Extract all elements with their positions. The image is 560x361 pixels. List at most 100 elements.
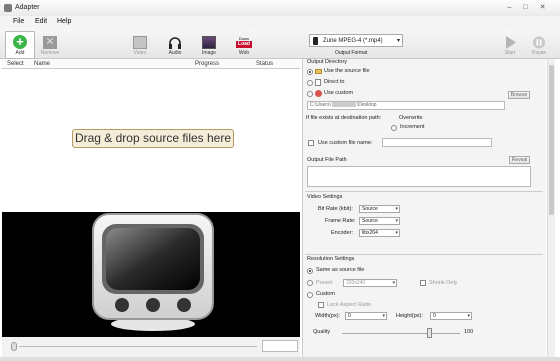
download-icon: Down Load xyxy=(236,36,252,49)
remove-button[interactable]: ✕ Remove xyxy=(36,33,64,59)
image-label: Image xyxy=(202,50,216,56)
app-icon xyxy=(4,4,12,12)
menu-help[interactable]: Help xyxy=(57,18,71,25)
preset-label: Preset: xyxy=(316,280,334,286)
width-label: Width(px): xyxy=(315,313,341,319)
remove-label: Remove xyxy=(40,50,60,56)
custom-file-name-input[interactable] xyxy=(382,138,492,147)
status-bar xyxy=(0,357,560,361)
radio-use-custom[interactable] xyxy=(307,91,313,97)
output-path-prefix: C:\Users\ xyxy=(310,102,331,108)
height-label: Height(px): xyxy=(396,313,423,319)
encoder-select[interactable]: libx264 xyxy=(359,229,400,237)
column-status[interactable]: Status xyxy=(256,61,273,67)
folder-icon xyxy=(315,69,322,74)
video-icon xyxy=(133,36,147,49)
shrink-only-label: Shrink Only xyxy=(429,280,458,286)
file-list-header: Select Name Progress Status xyxy=(2,59,300,69)
pause-button[interactable]: Pause xyxy=(529,33,549,59)
radio-same-as-source[interactable] xyxy=(307,268,313,274)
radio-direct-to[interactable] xyxy=(307,80,313,86)
title-bar: Adapter – □ ✕ xyxy=(0,0,560,16)
option-overwrite: Overwrite xyxy=(399,115,423,121)
menu-file[interactable]: File xyxy=(13,18,24,25)
checkbox-lock-aspect[interactable] xyxy=(318,302,324,308)
frame-rate-select[interactable]: Source xyxy=(359,217,400,225)
quality-slider-track[interactable] xyxy=(342,333,460,334)
minimize-button[interactable]: – xyxy=(504,4,515,12)
download-icon-bottom: Load xyxy=(236,41,252,48)
column-progress[interactable]: Progress xyxy=(195,61,219,67)
video-label: Video xyxy=(133,50,147,56)
radio-increment[interactable] xyxy=(391,125,397,131)
option-use-custom: Use custom xyxy=(324,90,354,96)
resolution-settings-title: Resolution Settings xyxy=(307,256,355,262)
web-button[interactable]: Down Load Web xyxy=(232,33,256,59)
settings-scrollbar[interactable] xyxy=(547,59,555,357)
radio-use-source[interactable] xyxy=(307,69,313,75)
add-button[interactable]: + Add xyxy=(5,31,35,59)
chevron-down-icon: ▾ xyxy=(397,38,401,44)
seek-bar-area xyxy=(2,337,300,357)
encoder-label: Encoder: xyxy=(331,230,354,236)
browse-button[interactable]: Browse xyxy=(508,91,530,99)
option-use-source: Use the source file xyxy=(324,68,370,74)
video-settings-divider xyxy=(305,191,543,192)
checkbox-custom-file-name[interactable] xyxy=(308,140,314,146)
bit-rate-select[interactable]: Source xyxy=(359,205,400,213)
start-button[interactable]: Start xyxy=(500,33,520,59)
if-exists-label: If file exists at destination path: xyxy=(306,115,382,121)
video-settings-title: Video Settings xyxy=(307,194,343,200)
reveal-button[interactable]: Reveal xyxy=(509,156,530,164)
output-file-path-field xyxy=(307,166,531,187)
height-input[interactable]: 0 xyxy=(430,312,472,320)
output-path-field[interactable]: C:\Users\ \Desktop xyxy=(307,101,505,110)
pause-icon xyxy=(532,36,546,49)
radio-preset[interactable] xyxy=(307,280,313,286)
output-file-path-label: Output File Path xyxy=(307,157,347,163)
option-increment: Increment xyxy=(400,124,425,130)
width-input[interactable]: 0 xyxy=(345,312,387,320)
web-label: Web xyxy=(238,50,250,56)
quality-label: Quality xyxy=(313,329,331,335)
phone-icon xyxy=(313,37,318,45)
custom-resolution-label: Custom xyxy=(316,291,335,297)
pause-label: Pause xyxy=(531,50,547,56)
menu-edit[interactable]: Edit xyxy=(35,18,47,25)
quality-slider-thumb[interactable] xyxy=(427,328,432,338)
lock-aspect-label: Lock Aspect Ratio xyxy=(327,302,372,308)
drop-hint: Drag & drop source files here xyxy=(72,129,234,148)
close-button[interactable]: ✕ xyxy=(537,4,548,12)
video-button[interactable]: Video xyxy=(128,33,152,59)
play-icon xyxy=(506,36,516,49)
window-title: Adapter xyxy=(15,4,40,11)
frame-rate-label: Frame Rate: xyxy=(325,218,356,224)
seek-slider-thumb[interactable] xyxy=(11,342,17,351)
checkbox-shrink-only[interactable] xyxy=(420,280,426,286)
audio-label: Audio xyxy=(168,50,182,56)
output-format-select[interactable]: Zune MPEG-4 (*.mp4) ▾ xyxy=(309,34,403,47)
output-format-caption: Output Format xyxy=(335,50,368,56)
scrollbar-thumb[interactable] xyxy=(549,65,554,215)
quality-value: 100 xyxy=(464,329,474,335)
option-direct-to: Direct to xyxy=(324,79,345,85)
maximize-button[interactable]: □ xyxy=(520,4,531,12)
add-label: Add xyxy=(15,50,25,56)
image-icon xyxy=(202,36,216,49)
seek-slider-track[interactable] xyxy=(19,346,257,347)
bit-rate-label: Bit Rate (kbit): xyxy=(318,206,353,212)
resolution-settings-divider xyxy=(305,254,543,255)
radio-custom-resolution[interactable] xyxy=(307,292,313,298)
toolbar xyxy=(0,28,560,59)
menu-bar xyxy=(0,16,560,28)
path-redacted xyxy=(331,102,356,108)
column-select[interactable]: Select xyxy=(7,61,24,67)
custom-folder-icon xyxy=(315,90,322,97)
preview-panel xyxy=(2,212,300,337)
image-button[interactable]: Image xyxy=(197,33,221,59)
preset-select[interactable]: 320x240 xyxy=(343,279,397,287)
audio-button[interactable]: Audio xyxy=(163,33,187,59)
column-name[interactable]: Name xyxy=(34,61,50,67)
same-as-source-label: Same as source file xyxy=(316,267,365,273)
output-path-suffix: \Desktop xyxy=(356,102,377,108)
